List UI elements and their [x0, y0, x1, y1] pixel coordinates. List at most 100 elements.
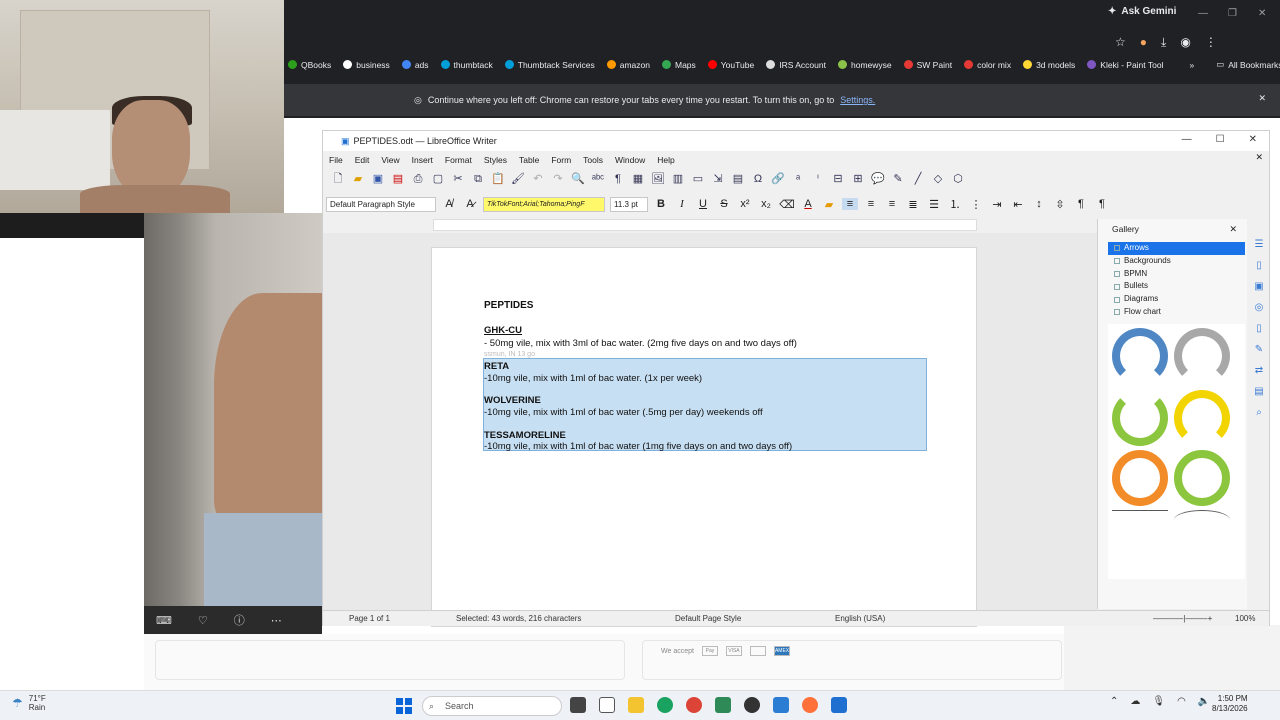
- export-pdf-icon[interactable]: ▤: [391, 172, 405, 186]
- new-style-icon[interactable]: A̷: [462, 198, 478, 210]
- strikethrough-button[interactable]: S: [716, 198, 732, 210]
- download-icon[interactable]: ⤓: [1161, 35, 1166, 50]
- cut-icon[interactable]: ✂: [451, 172, 465, 186]
- bookmark-ads[interactable]: ads: [401, 60, 429, 70]
- gallery-icon[interactable]: ▣: [1254, 281, 1263, 292]
- insert-image-icon[interactable]: 🖼: [651, 172, 665, 186]
- paste-icon[interactable]: 📋: [491, 172, 505, 186]
- document-page[interactable]: PEPTIDES GHK-CU - 50mg vile, mix with 3m…: [431, 247, 977, 627]
- bookmark-maps[interactable]: Maps: [662, 60, 696, 70]
- start-button[interactable]: [396, 698, 412, 714]
- gallery-item[interactable]: Bullets: [1108, 280, 1245, 293]
- zoom-slider[interactable]: —‒‒‒‒‒|‒‒‒‒‒+: [1153, 614, 1212, 623]
- clock[interactable]: 1:50 PM 8/13/2026: [1212, 694, 1248, 714]
- highlight-color-button[interactable]: ▰: [821, 198, 837, 211]
- superscript-button[interactable]: x²: [737, 198, 753, 210]
- print-icon[interactable]: ⎙: [411, 172, 425, 186]
- document-close-icon[interactable]: ✕: [1255, 152, 1263, 163]
- gallery-item[interactable]: Diagrams: [1108, 293, 1245, 306]
- bookmark-color-mix[interactable]: color mix: [964, 60, 1011, 70]
- menu-edit[interactable]: Edit: [355, 155, 370, 165]
- bookmark-icon[interactable]: ⊟: [831, 172, 845, 186]
- page-break-icon[interactable]: ⇲: [711, 172, 725, 186]
- arrow-thumbnail[interactable]: [1112, 450, 1168, 506]
- menu-format[interactable]: Format: [445, 155, 472, 165]
- heart-icon[interactable]: ♡: [198, 614, 208, 627]
- arrow-thumbnail[interactable]: [1174, 510, 1230, 530]
- font-size-select[interactable]: 11.3 pt: [610, 196, 648, 212]
- outline-button[interactable]: ⋮: [968, 198, 984, 211]
- new-icon[interactable]: 🗋: [331, 172, 345, 186]
- bookmark-youtube[interactable]: YouTube: [707, 60, 754, 70]
- bullets-button[interactable]: ☰: [926, 198, 942, 211]
- gallery-item[interactable]: BPMN: [1108, 268, 1245, 281]
- insert-chart-icon[interactable]: ▥: [671, 172, 685, 186]
- track-changes-icon[interactable]: ✎: [891, 172, 905, 186]
- manage-changes-icon[interactable]: ⇄: [1255, 365, 1263, 376]
- ask-gemini-button[interactable]: ✦ Ask Gemini: [1108, 6, 1176, 17]
- gallery-close-icon[interactable]: ✕: [1229, 224, 1237, 235]
- menu-form[interactable]: Form: [551, 155, 571, 165]
- menu-table[interactable]: Table: [519, 155, 539, 165]
- menu-styles[interactable]: Styles: [484, 155, 507, 165]
- font-name-select[interactable]: TikTokFont;Arial;Tahoma;PingF: [483, 196, 605, 212]
- libreoffice-writer-icon[interactable]: [831, 697, 847, 713]
- arrow-thumbnail[interactable]: [1112, 390, 1168, 446]
- minimize-button[interactable]: —: [1182, 134, 1192, 145]
- line-icon[interactable]: ╱: [911, 172, 925, 186]
- italic-button[interactable]: I: [674, 198, 690, 210]
- infobar-close-icon[interactable]: ✕: [1258, 93, 1266, 104]
- photos-icon[interactable]: [773, 697, 789, 713]
- draw-functions-icon[interactable]: ⬡: [951, 172, 965, 186]
- find-replace-icon[interactable]: 🔍: [571, 172, 585, 186]
- copy-icon[interactable]: ⧉: [471, 172, 485, 186]
- weather-widget[interactable]: ☂ 71°F Rain: [12, 694, 46, 712]
- spelling-icon[interactable]: ᵃᵇᶜ: [591, 172, 605, 186]
- menu-icon[interactable]: ⋮: [1205, 35, 1217, 50]
- numbering-button[interactable]: ⒈: [947, 196, 963, 212]
- task-view-icon[interactable]: [570, 697, 586, 713]
- edge-icon[interactable]: [657, 697, 673, 713]
- formatting-marks-icon[interactable]: ¶: [611, 172, 625, 186]
- footnote-icon[interactable]: ᵃ: [791, 172, 805, 186]
- bookmark-irs[interactable]: IRS Account: [766, 60, 826, 70]
- menu-view[interactable]: View: [381, 155, 399, 165]
- basic-shapes-icon[interactable]: ◇: [931, 172, 945, 186]
- paragraph-spacing-icon[interactable]: ⇳: [1052, 198, 1068, 211]
- subscript-button[interactable]: x₂: [758, 198, 774, 210]
- insert-table-icon[interactable]: ▦: [631, 172, 645, 186]
- menu-tools[interactable]: Tools: [583, 155, 603, 165]
- ltr-icon[interactable]: ¶: [1073, 198, 1089, 210]
- file-explorer-icon[interactable]: [628, 697, 644, 713]
- star-icon[interactable]: ☆: [1115, 35, 1126, 50]
- steam-icon[interactable]: [744, 697, 760, 713]
- page-icon[interactable]: ▯: [1256, 323, 1262, 334]
- bookmark-amazon[interactable]: amazon: [606, 60, 650, 70]
- insert-textbox-icon[interactable]: ▭: [691, 172, 705, 186]
- open-icon[interactable]: ▰: [351, 172, 365, 186]
- indent-decrease-icon[interactable]: ⇤: [1010, 198, 1026, 211]
- chevron-up-icon[interactable]: ⌃: [1110, 696, 1118, 707]
- wifi-icon[interactable]: ◠: [1177, 696, 1186, 707]
- keyboard-icon[interactable]: ⌨: [156, 614, 172, 627]
- design-icon[interactable]: ▤: [1254, 386, 1263, 397]
- align-center-button[interactable]: ≡: [863, 198, 879, 210]
- line-spacing-icon[interactable]: ↕: [1031, 198, 1047, 210]
- hyperlink-icon[interactable]: 🔗: [771, 172, 785, 186]
- bookmark-qbooks[interactable]: QBooks: [288, 60, 331, 70]
- all-bookmarks[interactable]: ▭ All Bookmarks: [1216, 59, 1280, 70]
- notepad-icon[interactable]: [599, 697, 615, 713]
- bookmark-thumbtack-services[interactable]: Thumbtack Services: [504, 60, 595, 70]
- comment-icon[interactable]: 💬: [871, 172, 885, 186]
- volume-icon[interactable]: 🔈: [1198, 696, 1210, 707]
- bookmarks-overflow[interactable]: »: [1189, 60, 1194, 70]
- arrow-thumbnail[interactable]: [1174, 450, 1230, 506]
- zoom-level[interactable]: 100%: [1235, 614, 1255, 623]
- cloud-icon[interactable]: ☁: [1130, 696, 1140, 707]
- firefox-icon[interactable]: [802, 697, 818, 713]
- minimize-button[interactable]: —: [1198, 8, 1208, 19]
- clear-formatting-icon[interactable]: ⌫: [779, 198, 795, 211]
- arrow-thumbnail[interactable]: [1112, 510, 1168, 530]
- insert-field-icon[interactable]: ▤: [731, 172, 745, 186]
- gallery-item[interactable]: Flow chart: [1108, 306, 1245, 319]
